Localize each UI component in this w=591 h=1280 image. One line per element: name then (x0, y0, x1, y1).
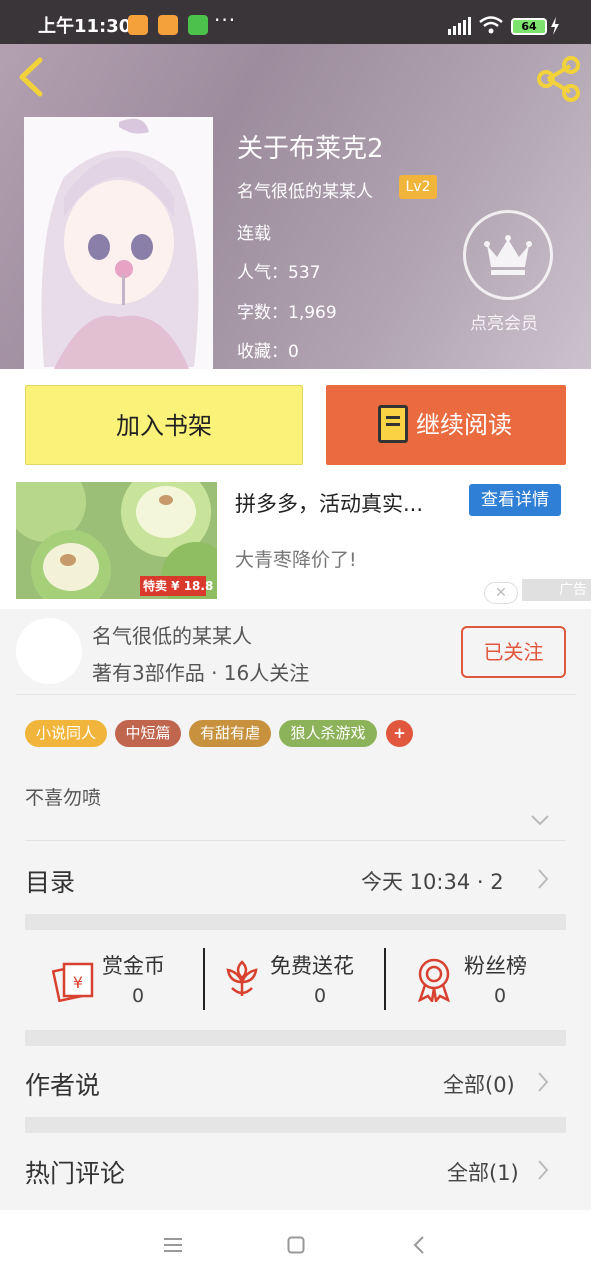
wifi-icon (479, 16, 503, 34)
ad-image[interactable]: 特卖 ¥ 18.8 (16, 482, 217, 599)
ad-close-button[interactable]: ✕ (484, 582, 518, 604)
vip-button[interactable] (463, 210, 553, 300)
notification-app-icon (158, 15, 178, 35)
section-separator (25, 1117, 566, 1133)
favorites-count: 收藏：0 (237, 342, 299, 362)
svg-text:¥: ¥ (73, 973, 83, 992)
continue-reading-label: 继续阅读 (416, 411, 512, 439)
status-bar: 上午11:30 ··· 64 (0, 0, 591, 44)
tag[interactable]: 狼人杀游戏 (279, 720, 377, 747)
book-cover[interactable] (24, 117, 213, 369)
ad-banner[interactable]: 特卖 ¥ 18.8 拼多多，活动真实... 查看详情 大青枣降价了! ✕ 广告 (0, 482, 591, 609)
stat-separator (384, 948, 386, 1010)
ad-label: 广告 (522, 579, 591, 601)
ad-price-badge: 特卖 ¥ 18.8 (143, 579, 214, 593)
back-icon[interactable] (412, 1235, 426, 1255)
author-says-all[interactable]: 全部(0) (443, 1069, 515, 1099)
book-detail-page: 上午11:30 ··· 64 关于布莱克2 名气很低的某某人 Lv2 连载 人气… (0, 0, 591, 1280)
popularity: 人气：537 (237, 263, 321, 283)
action-bar: 加入书架 继续阅读 (0, 369, 591, 482)
add-tag-button[interactable]: + (386, 720, 413, 747)
author-name[interactable]: 名气很低的某某人 (237, 177, 373, 202)
chevron-right-icon[interactable] (536, 868, 550, 890)
ad-title[interactable]: 拼多多，活动真实... (235, 488, 423, 518)
red-envelope-icon: ¥ (52, 962, 94, 1002)
download-icon (188, 15, 208, 35)
level-badge: Lv2 (399, 175, 437, 199)
stat-separator (203, 948, 205, 1010)
flower-icon (226, 960, 258, 996)
word-count: 字数：1,969 (237, 303, 337, 323)
more-notifications-icon: ··· (214, 8, 237, 32)
toc-title[interactable]: 目录 (25, 863, 75, 899)
reward-coins-label: 赏金币 (102, 954, 165, 978)
follow-button[interactable]: 已关注 (461, 626, 566, 678)
system-nav-bar (0, 1210, 591, 1280)
back-chevron-icon[interactable] (16, 56, 44, 98)
section-separator (25, 1030, 566, 1046)
clock: 上午11:30 (38, 16, 132, 37)
signal-icon (448, 17, 471, 35)
hot-comments-title[interactable]: 热门评论 (25, 1154, 125, 1190)
fan-ranking-value: 0 (494, 985, 507, 1007)
serial-status: 连载 (237, 224, 271, 244)
ad-subtitle: 大青枣降价了! (235, 549, 357, 571)
battery-indicator: 64 (511, 18, 547, 35)
home-square-icon[interactable] (287, 1236, 305, 1254)
chevron-right-icon[interactable] (536, 1159, 550, 1181)
book-header: 关于布莱克2 名气很低的某某人 Lv2 连载 人气：537 字数：1,969 收… (0, 44, 591, 369)
ad-details-button[interactable]: 查看详情 (469, 484, 561, 516)
medal-icon (418, 958, 450, 1002)
hot-comments-all[interactable]: 全部(1) (447, 1157, 519, 1187)
book-title: 关于布莱克2 (237, 134, 384, 164)
notification-app-icon (128, 15, 148, 35)
vip-label[interactable]: 点亮会员 (470, 309, 538, 334)
chevron-down-icon[interactable] (530, 810, 550, 830)
author-says-title[interactable]: 作者说 (25, 1066, 100, 1102)
reward-coins-value: 0 (132, 985, 145, 1007)
tag[interactable]: 有甜有虐 (189, 720, 271, 747)
share-icon[interactable] (536, 56, 582, 102)
author-card: 名气很低的某某人 著有3部作品 · 16人关注 已关注 (16, 612, 576, 695)
author-card-stats: 著有3部作品 · 16人关注 (92, 661, 310, 685)
divider (25, 840, 566, 841)
tag[interactable]: 中短篇 (115, 720, 181, 747)
fan-ranking-label: 粉丝榜 (464, 954, 527, 978)
tag[interactable]: 小说同人 (25, 720, 107, 747)
anime-girl-cover-illustration (24, 117, 213, 369)
continue-reading-button[interactable]: 继续阅读 (326, 385, 566, 465)
section-separator (25, 914, 566, 930)
add-to-shelf-button[interactable]: 加入书架 (25, 385, 303, 465)
send-flower-value: 0 (314, 985, 327, 1007)
chevron-right-icon[interactable] (536, 1071, 550, 1093)
send-flower-label: 免费送花 (270, 954, 354, 978)
author-card-name[interactable]: 名气很低的某某人 (92, 620, 252, 649)
book-icon (378, 405, 408, 443)
avatar[interactable] (16, 618, 82, 684)
charging-icon (551, 17, 559, 35)
menu-icon[interactable] (164, 1237, 182, 1253)
toc-update[interactable]: 今天 10:34 · 2 (361, 866, 504, 896)
book-description: 不喜勿喷 (25, 787, 102, 809)
crown-icon (484, 235, 532, 275)
